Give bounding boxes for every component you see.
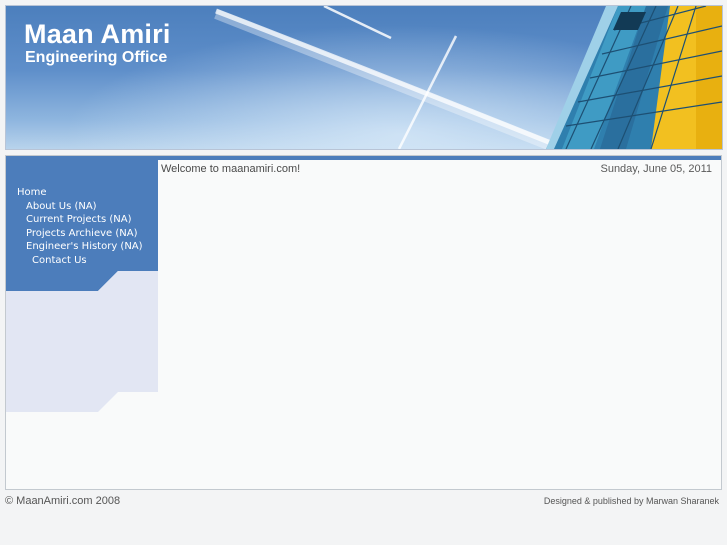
nav-projects-archieve[interactable]: Projects Archieve (NA) [6, 227, 158, 241]
main-frame: Home About Us (NA) Current Projects (NA)… [5, 155, 722, 490]
site-subtitle: Engineering Office [25, 49, 168, 66]
welcome-message: Welcome to maanamiri.com! [161, 163, 301, 175]
nav-contact-us[interactable]: Contact Us [6, 254, 158, 268]
footer-credits: Designed & published by Marwan Sharanek [543, 496, 719, 506]
sidebar-lower-panel [6, 271, 158, 412]
nav-engineers-history[interactable]: Engineer's History (NA) [6, 240, 158, 254]
contrail-haze [214, 9, 568, 149]
nav-about-us[interactable]: About Us (NA) [6, 200, 158, 214]
sidebar: Home About Us (NA) Current Projects (NA)… [6, 156, 158, 489]
site-title: Maan Amiri [24, 19, 171, 49]
nav-home[interactable]: Home [6, 186, 158, 200]
contrail-small [323, 6, 392, 40]
nav-current-projects[interactable]: Current Projects (NA) [6, 213, 158, 227]
header-banner: Maan Amiri Engineering Office [5, 5, 723, 150]
footer-copyright: © MaanAmiri.com 2008 [5, 495, 121, 507]
sidebar-nav: Home About Us (NA) Current Projects (NA)… [6, 186, 158, 267]
current-date: Sunday, June 05, 2011 [600, 163, 712, 175]
